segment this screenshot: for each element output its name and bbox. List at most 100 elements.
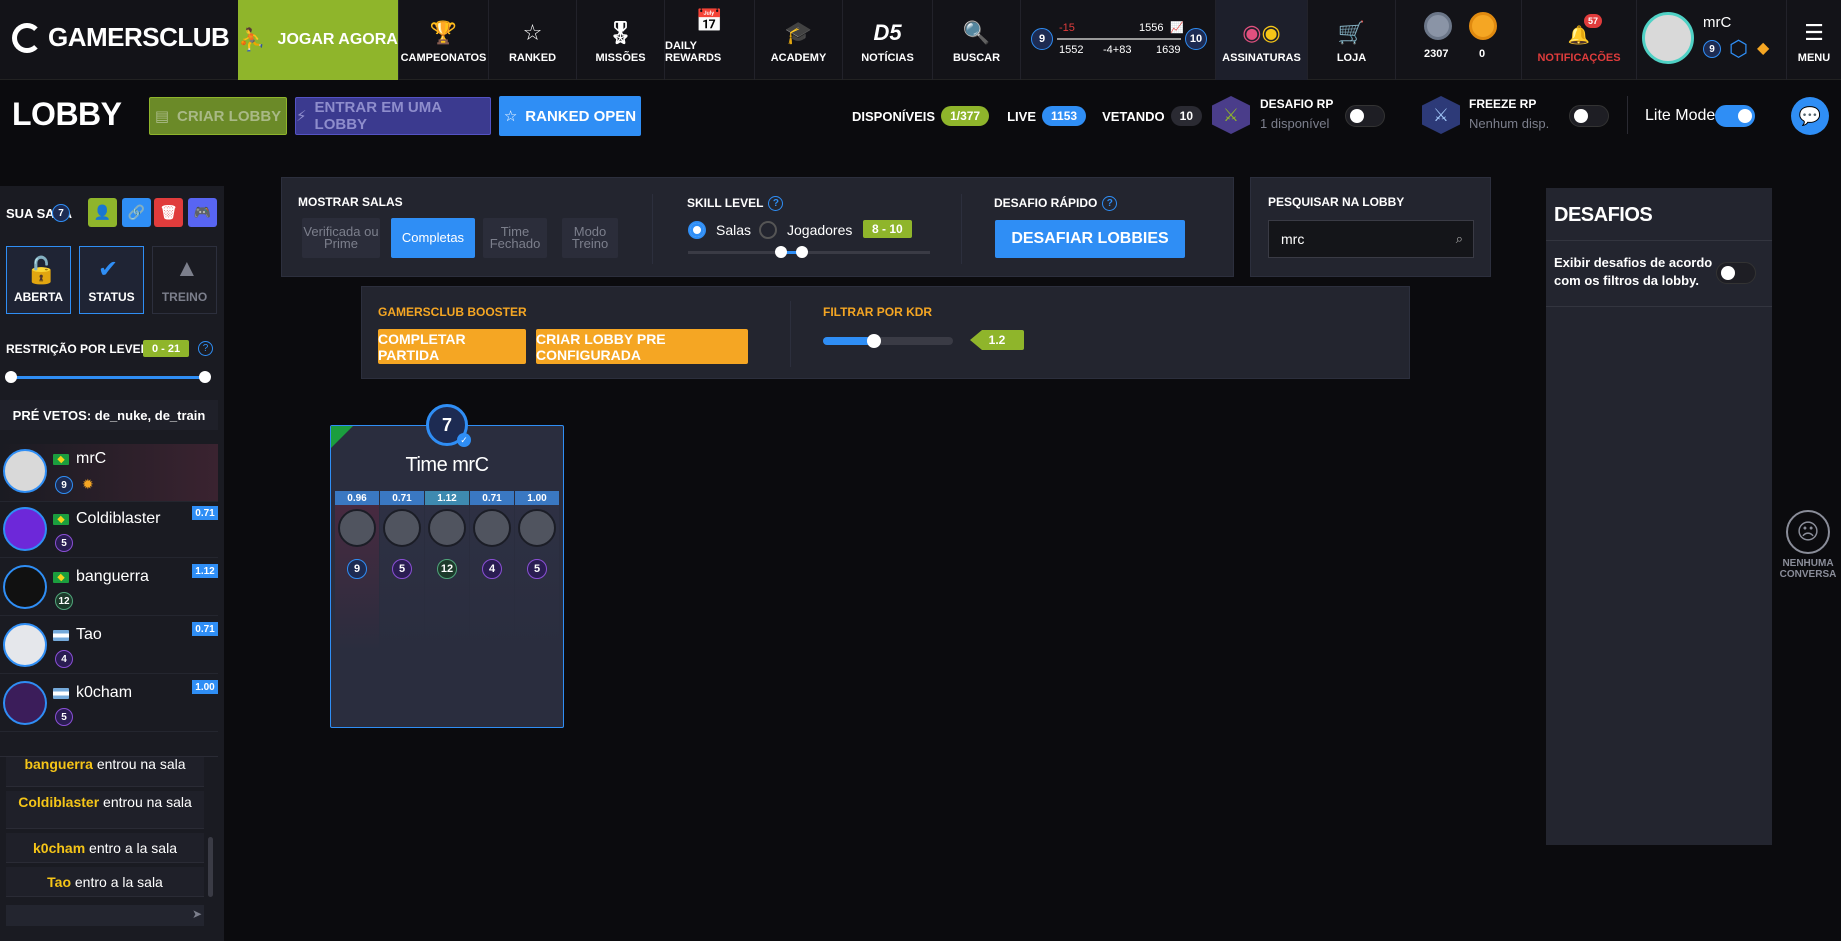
nav-loja[interactable]: 🛒 LOJA [1307,0,1395,80]
radio-salas[interactable] [688,221,706,239]
challenge-lobbies-button[interactable]: DESAFIAR LOBBIES [995,220,1185,258]
nav-buscar[interactable]: 🔍 BUSCAR [932,0,1020,80]
mode-status[interactable]: ✔ STATUS [79,246,144,314]
nav-noticias[interactable]: D5 NOTÍCIAS [842,0,932,80]
ranked-open-button[interactable]: ☆ RANKED OPEN [499,96,641,136]
invite-user-button[interactable]: 👤 [88,198,117,227]
flag-icon [53,688,69,699]
nav-daily-rewards[interactable]: 📅 DAILY REWARDS [664,0,754,80]
slider-handle-min[interactable] [775,246,787,258]
player-row[interactable]: Coldiblaster 5 0.71 [0,502,218,558]
team-slot[interactable]: 1.12 12 [425,491,469,651]
hexagon-icon: ⬡ [1729,36,1749,61]
kdr-value-badge: 1.2 [970,330,1024,350]
nav-campeonatos[interactable]: 🏆 CAMPEONATOS [398,0,488,80]
avatar [1642,12,1694,64]
live-badge: 1153 [1042,106,1087,126]
freeze-rp-toggle[interactable] [1569,105,1609,127]
slot-kdr: 1.12 [425,491,469,505]
delete-room-button[interactable]: 🗑 [154,198,183,227]
player-row[interactable]: banguerra 12 1.12 [0,560,218,616]
divider [1627,96,1628,134]
freeze-rp-title: FREEZE RP [1469,97,1537,111]
radio-jogadores[interactable] [759,221,777,239]
gamersclub-logo-icon [12,22,42,53]
send-icon[interactable]: ➤ [192,907,202,921]
vetando-label: VETANDO [1102,108,1165,124]
player-row[interactable]: mrC 9 ✹ [0,444,218,502]
skill-slider[interactable] [688,246,930,258]
chat-input[interactable] [6,905,204,926]
verified-badge-icon: ✓ [457,433,471,447]
user-level-badge: 9 [1703,40,1721,58]
avatar [3,449,47,493]
no-conversation: ☹ NENHUMA CONVERSA [1778,510,1838,580]
live-label: LIVE [1007,108,1037,124]
add-chat-button[interactable]: 💬 [1791,97,1829,135]
team-slot[interactable]: 0.71 5 [380,491,424,651]
challenges-filter-toggle[interactable] [1716,262,1756,284]
team-slot[interactable]: 0.71 4 [470,491,514,651]
slider-handle-max[interactable] [796,246,808,258]
copy-link-button[interactable]: 🔗 [122,198,151,227]
help-icon[interactable]: ? [1102,196,1118,212]
lite-mode-toggle[interactable] [1715,105,1755,127]
nav-academy[interactable]: 🎓 ACADEMY [754,0,842,80]
user-profile[interactable]: mrC 9 ⬡ ◆ [1636,0,1786,80]
bell-icon: 🔔 [1567,25,1591,45]
slot-level: 9 [347,559,367,579]
avatar [338,509,376,547]
help-icon[interactable]: ? [198,341,213,356]
player-row[interactable]: k0cham 5 1.00 [0,676,218,732]
preconfigured-lobby-button[interactable]: CRIAR LOBBY PRE CONFIGURADA [536,329,748,364]
mode-aberta[interactable]: 🔓 ABERTA [6,246,71,314]
coins-area[interactable]: 2307 0 [1395,0,1521,80]
player-name: banguerra [76,568,149,585]
search-input[interactable]: mrc ⌕ [1268,220,1474,258]
chat-scrollbar[interactable] [208,837,213,897]
medal-icon: 🎖 [606,20,635,45]
lobby-title: LOBBY [12,96,122,132]
pre-vetos: PRÉ VETOS: de_nuke, de_train [0,400,218,430]
cone-icon: ▲ [175,255,199,282]
menu-button[interactable]: ☰ MENU [1786,0,1841,80]
player-row[interactable]: Tao 4 0.71 [0,618,218,674]
slider-handle[interactable] [867,334,881,348]
team-slot[interactable]: 1.00 5 [515,491,559,651]
avatar [3,681,47,725]
divider [961,194,962,264]
slot-level: 5 [392,559,412,579]
filter-verificada[interactable]: Verificada ou Prime [302,218,380,258]
ranking-progress[interactable]: 9 10 -15 1556 📈 1552 -4+83 1639 [1020,0,1215,80]
create-lobby-button[interactable]: ▤ CRIAR LOBBY [149,97,287,135]
filter-time-fechado[interactable]: Time Fechado [483,218,547,258]
nav-ranked[interactable]: ☆ RANKED [488,0,576,80]
team-card[interactable]: 7 ✓ Time mrC 0.96 9 0.71 5 1.12 12 0.71 … [330,404,564,728]
filter-completas[interactable]: Completas [391,218,475,258]
nav-assinaturas[interactable]: ◉◉ ASSINATURAS [1215,0,1307,80]
player-name: Coldiblaster [76,510,161,527]
slider-handle-min[interactable] [5,371,17,383]
booster-panel: GAMERSCLUB BOOSTER COMPLETAR PARTIDA CRI… [361,286,1410,379]
help-icon[interactable]: ? [768,196,784,212]
level-slider[interactable] [5,371,211,383]
play-now-button[interactable]: ⛹ JOGAR AGORA [238,0,398,80]
discord-button[interactable]: 🎮 [188,198,217,227]
chat-message: k0cham entro a la sala [6,833,204,863]
brand-logo[interactable]: GAMERSCLUB [12,22,230,53]
nav-notificacoes[interactable]: 🔔 57 NOTIFICAÇÕES [1521,0,1636,80]
divider [1546,306,1772,307]
team-slot[interactable]: 0.96 9 [335,491,379,651]
slider-handle-max[interactable] [199,371,211,383]
complete-match-button[interactable]: COMPLETAR PARTIDA [378,329,526,364]
mode-treino[interactable]: ▲ TREINO [152,246,217,314]
desafio-rp-toggle[interactable] [1345,105,1385,127]
avatar [518,509,556,547]
filter-modo-treino[interactable]: Modo Treino [562,218,618,258]
nav-missoes[interactable]: 🎖 MISSÕES [576,0,664,80]
kdr-slider[interactable] [823,334,953,348]
chart-icon: 📈 [1170,22,1184,34]
search-icon[interactable]: ⌕ [1456,231,1463,247]
enter-lobby-button[interactable]: ⚡ ENTRAR EM UMA LOBBY [295,97,491,135]
trophy-icon: 🏆 [429,20,458,45]
